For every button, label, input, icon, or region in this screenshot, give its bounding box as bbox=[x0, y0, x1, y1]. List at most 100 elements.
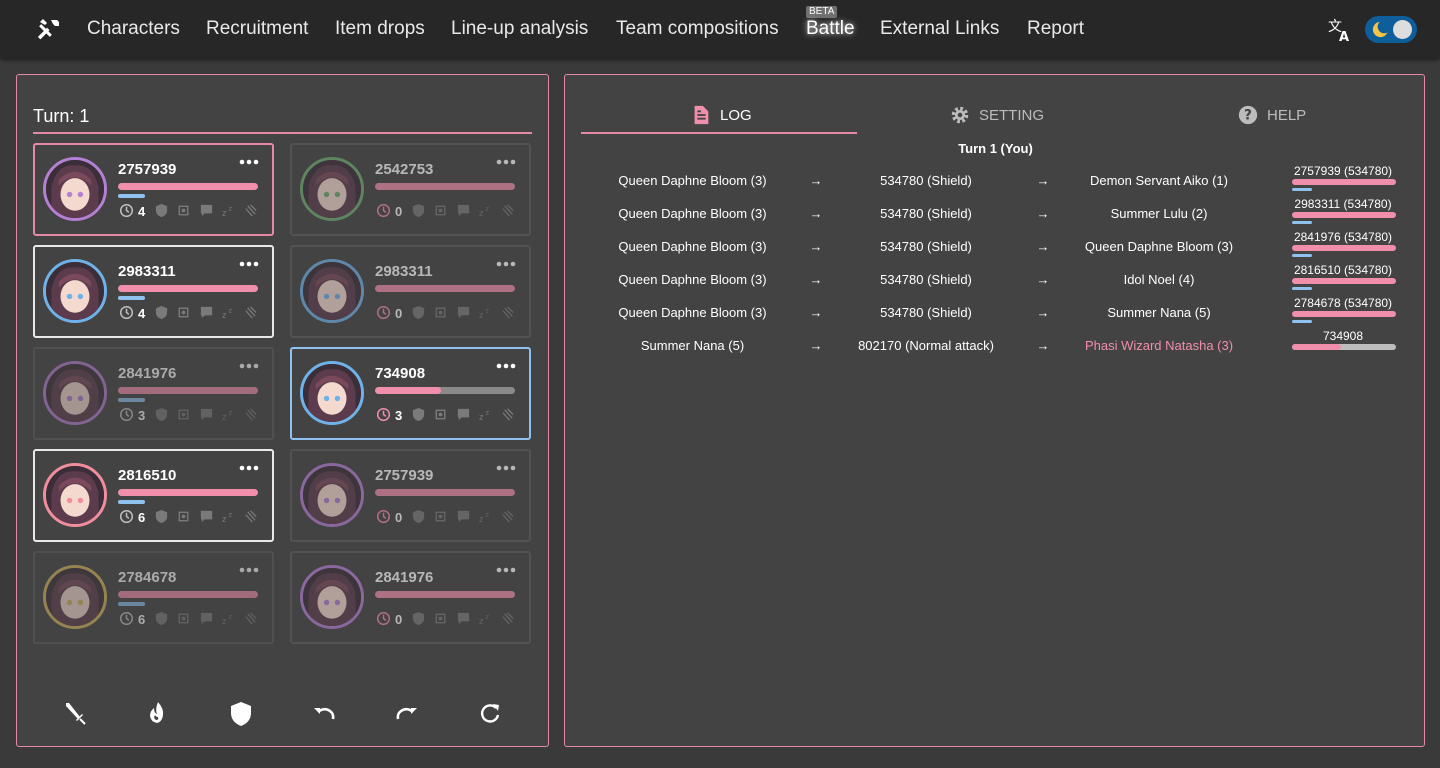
sword-icon[interactable] bbox=[61, 700, 89, 728]
hp-bar bbox=[375, 285, 515, 292]
clock-icon bbox=[376, 509, 391, 524]
hp-bar bbox=[118, 285, 258, 292]
arrow-icon: → bbox=[809, 305, 823, 320]
character-card[interactable]: 2816510 6 z z bbox=[33, 449, 274, 542]
dark-mode-toggle[interactable] bbox=[1365, 16, 1417, 43]
log-hp-bar bbox=[1292, 245, 1396, 251]
avatar-image bbox=[303, 466, 361, 524]
log-hp-bar bbox=[1292, 344, 1396, 350]
nav-team-compositions[interactable]: Team compositions bbox=[616, 18, 779, 40]
redo-icon[interactable] bbox=[393, 700, 421, 728]
reset-icon[interactable] bbox=[476, 700, 504, 728]
fire-icon[interactable] bbox=[144, 700, 172, 728]
more-options-icon[interactable] bbox=[494, 257, 518, 271]
status-icons: 0 z z bbox=[376, 509, 526, 525]
tab-help[interactable]: ? HELP bbox=[1237, 97, 1306, 133]
avatar-image bbox=[46, 364, 104, 422]
slash-icon bbox=[502, 204, 514, 217]
character-card[interactable]: 2784678 6 z z bbox=[33, 551, 274, 644]
svg-text:z: z bbox=[486, 307, 490, 315]
character-card[interactable]: 2983311 0 z z bbox=[290, 245, 531, 338]
more-options-icon[interactable] bbox=[494, 563, 518, 577]
arrow-icon: → bbox=[1036, 206, 1050, 221]
chat-icon bbox=[200, 408, 213, 421]
nav-report[interactable]: Report bbox=[1027, 18, 1084, 40]
arrow-icon: → bbox=[1036, 239, 1050, 254]
chat-icon bbox=[457, 612, 470, 625]
turn-counter: 3 bbox=[138, 408, 146, 423]
log-skill: 534780 (Shield) bbox=[880, 305, 972, 320]
slash-icon bbox=[502, 510, 514, 523]
svg-text:z: z bbox=[479, 412, 484, 422]
more-options-icon[interactable] bbox=[237, 257, 261, 271]
character-card[interactable]: 2983311 4 z z bbox=[33, 245, 274, 338]
status-icons: 0 z z bbox=[376, 203, 526, 219]
shield-status-icon bbox=[155, 203, 168, 218]
sleep-icon: z z bbox=[479, 307, 490, 321]
log-shield-bar bbox=[1292, 254, 1312, 257]
character-card[interactable]: 734908 3 z z bbox=[290, 347, 531, 440]
tools-logo-icon[interactable] bbox=[37, 17, 61, 41]
log-hp: 2784678 (534780) bbox=[1293, 296, 1393, 310]
shield-status-icon bbox=[155, 611, 168, 626]
tab-log[interactable]: LOG bbox=[690, 97, 752, 133]
more-options-icon[interactable] bbox=[237, 155, 261, 169]
status-icons: 0 z z bbox=[376, 305, 526, 321]
nav-battle[interactable]: Battle bbox=[806, 18, 855, 40]
target-icon bbox=[435, 205, 446, 216]
status-icons: 6 z z bbox=[119, 611, 269, 627]
target-icon bbox=[435, 307, 446, 318]
translate-icon[interactable]: 文 A bbox=[1327, 17, 1353, 43]
more-options-icon[interactable] bbox=[494, 155, 518, 169]
nav-external-links[interactable]: External Links bbox=[880, 18, 999, 40]
log-skill: 534780 (Shield) bbox=[880, 239, 972, 254]
more-options-icon[interactable] bbox=[237, 563, 261, 577]
nav-characters[interactable]: Characters bbox=[87, 18, 180, 40]
svg-text:z: z bbox=[222, 412, 227, 422]
nav-item-drops[interactable]: Item drops bbox=[335, 18, 425, 40]
nav-lineup-analysis[interactable]: Line-up analysis bbox=[451, 18, 588, 40]
log-actor: Queen Daphne Bloom (3) bbox=[618, 305, 767, 320]
shield-bar bbox=[118, 500, 145, 504]
avatar-image bbox=[46, 160, 104, 218]
more-options-icon[interactable] bbox=[237, 359, 261, 373]
shield-bar bbox=[118, 602, 145, 606]
log-row: Queen Daphne Bloom (3) → 534780 (Shield)… bbox=[565, 164, 1426, 193]
gear-icon bbox=[951, 106, 969, 124]
sleep-icon: z z bbox=[222, 613, 233, 627]
clock-icon bbox=[376, 611, 391, 626]
log-shield-bar bbox=[1292, 287, 1312, 290]
character-avatar bbox=[300, 565, 364, 629]
tab-setting[interactable]: SETTING bbox=[949, 97, 1044, 133]
card-hp-value: 2784678 bbox=[118, 569, 177, 586]
character-card[interactable]: 2841976 0 z z bbox=[290, 551, 531, 644]
hp-bar bbox=[375, 387, 515, 394]
slash-icon bbox=[245, 306, 257, 319]
character-card[interactable]: 2757939 0 z z bbox=[290, 449, 531, 542]
shield-bar bbox=[118, 296, 145, 300]
shield-status-icon bbox=[412, 203, 425, 218]
character-card[interactable]: 2542753 0 z z bbox=[290, 143, 531, 236]
log-row: Queen Daphne Bloom (3) → 534780 (Shield)… bbox=[565, 197, 1426, 226]
avatar-image bbox=[303, 568, 361, 626]
target-icon bbox=[178, 307, 189, 318]
target-icon bbox=[435, 409, 446, 420]
undo-icon[interactable] bbox=[310, 700, 338, 728]
character-avatar bbox=[43, 463, 107, 527]
card-hp-value: 2757939 bbox=[118, 161, 177, 178]
nav-recruitment[interactable]: Recruitment bbox=[206, 18, 308, 40]
shield-status-icon bbox=[412, 611, 425, 626]
character-card[interactable]: 2757939 4 z z bbox=[33, 143, 274, 236]
svg-text:z: z bbox=[486, 409, 490, 417]
chat-icon bbox=[200, 204, 213, 217]
more-options-icon[interactable] bbox=[237, 461, 261, 475]
more-options-icon[interactable] bbox=[494, 461, 518, 475]
card-hp-value: 2841976 bbox=[375, 569, 434, 586]
target-icon bbox=[178, 205, 189, 216]
shield-icon[interactable] bbox=[227, 700, 255, 728]
more-options-icon[interactable] bbox=[494, 359, 518, 373]
character-card[interactable]: 2841976 3 z z bbox=[33, 347, 274, 440]
target-icon bbox=[178, 409, 189, 420]
sleep-icon: z z bbox=[479, 511, 490, 525]
log-hp-bar bbox=[1292, 311, 1396, 317]
